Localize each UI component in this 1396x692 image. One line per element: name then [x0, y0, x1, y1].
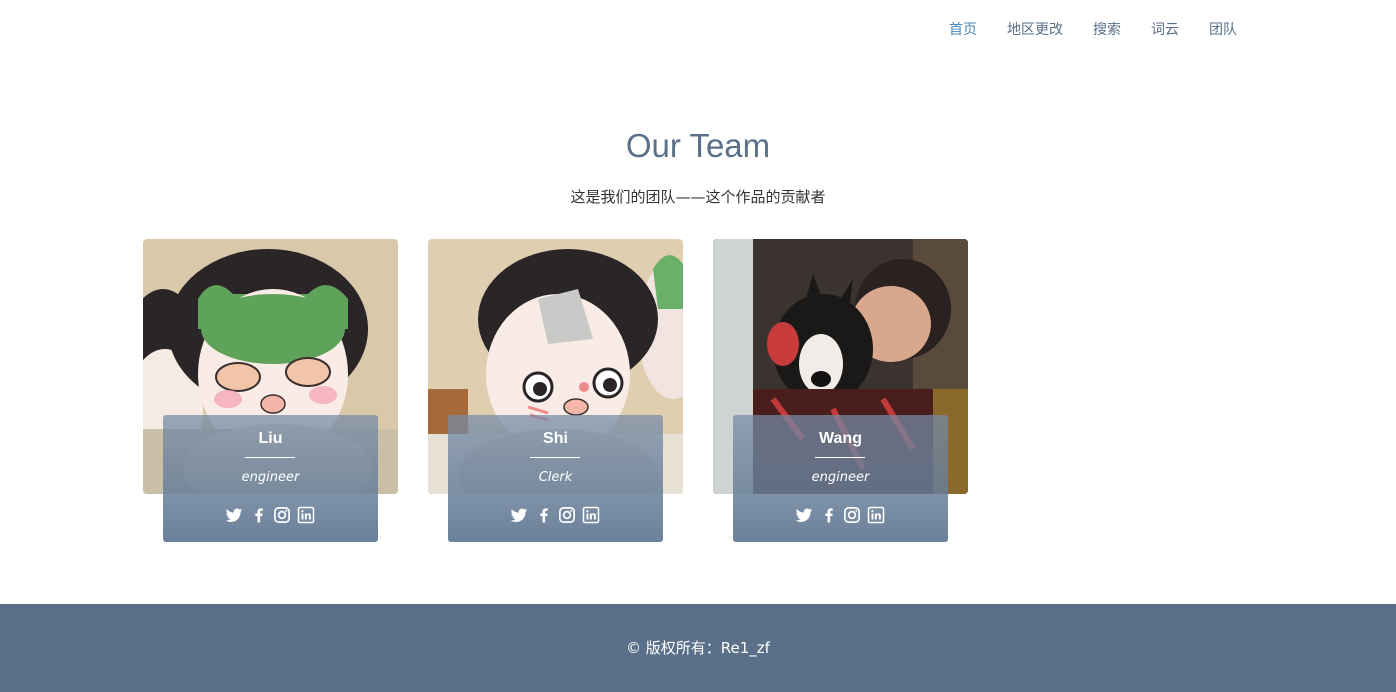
member-info-panel: Shi Clerk	[448, 415, 663, 542]
divider	[815, 457, 865, 458]
social-links	[448, 506, 663, 524]
nav-link-search[interactable]: 搜索	[1093, 21, 1121, 39]
section-subtitle: 这是我们的团队——这个作品的贡献者	[570, 188, 826, 206]
social-links	[733, 506, 948, 524]
facebook-icon[interactable]	[820, 506, 838, 524]
member-role: Clerk	[538, 470, 573, 485]
member-name: Wang	[819, 430, 862, 447]
nav-link-wordcloud[interactable]: 词云	[1151, 21, 1179, 39]
member-role: engineer	[811, 470, 870, 485]
linkedin-icon[interactable]	[582, 506, 600, 524]
twitter-icon[interactable]	[510, 506, 528, 524]
nav-link-region[interactable]: 地区更改	[1007, 21, 1063, 39]
facebook-icon[interactable]	[535, 506, 553, 524]
instagram-icon[interactable]	[273, 506, 291, 524]
divider	[530, 457, 580, 458]
site-footer: © 版权所有：Re1_zf	[0, 604, 1396, 692]
top-nav: 首页 地区更改 搜索 词云 团队	[0, 0, 1396, 60]
member-info-panel: Liu engineer	[163, 415, 378, 542]
copyright-text: © 版权所有：Re1_zf	[626, 639, 770, 657]
linkedin-icon[interactable]	[867, 506, 885, 524]
twitter-icon[interactable]	[225, 506, 243, 524]
linkedin-icon[interactable]	[297, 506, 315, 524]
nav-link-team[interactable]: 团队	[1209, 21, 1237, 39]
member-info-panel: Wang engineer	[733, 415, 948, 542]
team-card-wang: Wang engineer	[713, 239, 968, 544]
twitter-icon[interactable]	[795, 506, 813, 524]
divider	[245, 457, 295, 458]
team-card-liu: Liu engineer	[143, 239, 398, 544]
nav-link-home[interactable]: 首页	[949, 21, 977, 39]
member-name: Liu	[258, 430, 283, 447]
social-links	[163, 506, 378, 524]
member-name: Shi	[543, 430, 568, 447]
instagram-icon[interactable]	[843, 506, 861, 524]
member-role: engineer	[241, 470, 300, 485]
facebook-icon[interactable]	[250, 506, 268, 524]
team-card-shi: Shi Clerk	[428, 239, 683, 544]
section-title: Our Team	[625, 127, 771, 164]
instagram-icon[interactable]	[558, 506, 576, 524]
